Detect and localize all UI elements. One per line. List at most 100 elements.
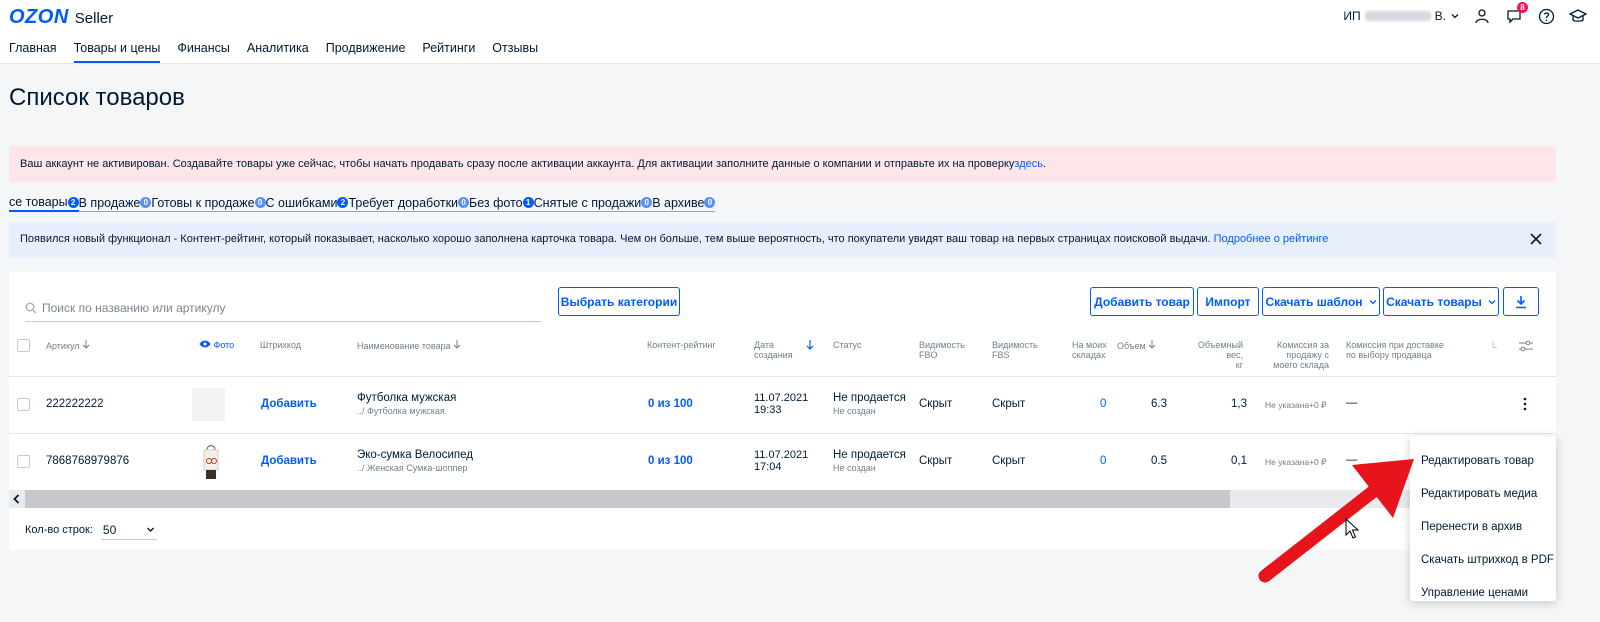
menu-item-edit-product[interactable]: Редактировать товар — [1410, 444, 1556, 477]
nav-item-reviews[interactable]: Отзывы — [492, 41, 538, 63]
tab-without-photo[interactable]: Без фото 1 — [469, 196, 534, 212]
tab-count: 0 — [641, 197, 653, 208]
account-switcher[interactable]: ИП В. — [1343, 9, 1460, 23]
product-photo-placeholder[interactable] — [192, 388, 225, 421]
content-rating-link[interactable]: 0 из 100 — [648, 455, 693, 467]
menu-item-price-management[interactable]: Управление ценами — [1410, 576, 1556, 609]
cell-my-warehouses[interactable]: 0 — [1100, 398, 1106, 410]
eye-icon — [199, 340, 211, 348]
tab-ready-to-sell[interactable]: Готовы к продаже 0 — [151, 196, 266, 212]
nav-item-analytics[interactable]: Аналитика — [247, 41, 309, 63]
tab-count: 1 — [522, 197, 534, 208]
tab-all-products[interactable]: се товары 2 — [9, 195, 79, 212]
created-time: 17:04 — [754, 461, 782, 473]
tab-on-sale[interactable]: В продаже 0 — [78, 195, 152, 212]
rows-per-page-select[interactable]: 50 — [100, 520, 157, 540]
sort-arrow-icon — [82, 340, 90, 349]
column-status: Статус — [833, 340, 862, 350]
tab-removed-from-sale[interactable]: Снятые с продажи 0 — [533, 196, 653, 212]
close-icon[interactable] — [1528, 231, 1544, 247]
status-sub: Не создан — [833, 463, 876, 473]
logo[interactable]: OZON Seller — [9, 6, 113, 29]
tab-needs-revision[interactable]: Требует доработки 0 — [348, 196, 470, 212]
row-checkbox[interactable] — [17, 455, 30, 468]
scroll-left-icon[interactable] — [12, 494, 21, 504]
select-all-checkbox[interactable] — [17, 339, 30, 352]
sort-arrow-icon — [453, 340, 461, 349]
cell-volume: 6.3 — [1151, 398, 1167, 410]
rows-per-page-label: Кол-во строк: — [25, 524, 93, 536]
column-created[interactable]: Дата создания — [754, 340, 793, 360]
column-volume[interactable]: Объем — [1117, 340, 1156, 351]
column-label: Артикул — [46, 341, 80, 351]
nav-item-ratings[interactable]: Рейтинги — [422, 41, 475, 63]
sort-arrow-icon — [1148, 340, 1156, 349]
row-actions-menu: Редактировать товар Редактировать медиа … — [1410, 436, 1556, 601]
chevron-down-icon — [146, 527, 154, 532]
cell-commission: Не указана+0 ₽ — [1265, 457, 1327, 467]
cell-article: 7868768979876 — [46, 455, 130, 467]
nav-item-finance[interactable]: Финансы — [177, 41, 229, 63]
download-template-button[interactable]: Скачать шаблон — [1262, 287, 1380, 316]
rows-per-page-value: 50 — [102, 522, 117, 537]
profile-icon[interactable] — [1472, 6, 1492, 26]
column-photo[interactable]: Фото — [199, 340, 234, 350]
education-icon[interactable] — [1568, 6, 1588, 26]
cell-volume: 0.5 — [1151, 455, 1167, 467]
chat-icon[interactable]: 8 — [1504, 2, 1528, 26]
column-label: по выбору продавца — [1346, 350, 1432, 360]
logo-brand: OZON — [9, 6, 69, 28]
add-barcode-link[interactable]: Добавить — [261, 398, 317, 410]
download-button[interactable] — [1503, 287, 1539, 316]
choose-categories-button[interactable]: Выбрать категории — [558, 287, 680, 316]
chevron-down-icon — [1488, 299, 1496, 304]
add-product-button[interactable]: Добавить товар — [1090, 287, 1194, 316]
nav-item-main[interactable]: Главная — [9, 41, 57, 63]
column-visibility-fbs: Видимость FBS — [992, 340, 1038, 360]
sort-arrow-active-icon[interactable] — [806, 340, 814, 350]
download-products-button[interactable]: Скачать товары — [1383, 287, 1499, 316]
nav-item-promotion[interactable]: Продвижение — [326, 41, 406, 63]
cell-volume-weight: 1,3 — [1231, 398, 1247, 410]
cell-visibility-fbo: Скрыт — [919, 398, 953, 410]
menu-item-move-to-archive[interactable]: Перенести в архив — [1410, 510, 1556, 543]
column-label: продажу с — [1286, 350, 1329, 360]
scrollbar-thumb[interactable] — [25, 490, 1230, 508]
cell-article: 222222222 — [46, 398, 104, 410]
menu-item-download-barcode[interactable]: Скачать штрихкод в PDF — [1410, 543, 1556, 576]
choose-categories-label: Выбрать категории — [560, 294, 678, 309]
column-label: Дата — [754, 340, 774, 350]
more-actions-icon[interactable] — [1522, 397, 1528, 411]
download-icon — [1516, 295, 1526, 308]
mouse-cursor-icon — [1345, 518, 1359, 539]
cell-my-warehouses[interactable]: 0 — [1100, 455, 1106, 467]
tab-count: 2 — [337, 197, 349, 208]
column-article[interactable]: Артикул — [46, 340, 90, 351]
nav-item-products[interactable]: Товары и цены — [73, 41, 160, 63]
row-checkbox[interactable] — [17, 398, 30, 411]
import-button[interactable]: Импорт — [1197, 287, 1259, 316]
cell-delivery-commission: — — [1346, 454, 1358, 466]
menu-item-edit-media[interactable]: Редактировать медиа — [1410, 477, 1556, 510]
column-cut: L — [1492, 340, 1498, 350]
activation-alert: Ваш аккаунт не активирован. Создавайте т… — [9, 146, 1556, 182]
cell-created: 11.07.2021 19:33 — [754, 392, 808, 416]
activation-alert-link[interactable]: здесь — [1014, 158, 1043, 170]
cell-product-name[interactable]: Эко-сумка Велосипед ../ Женская Сумка-шоп… — [357, 449, 473, 473]
horizontal-scrollbar[interactable] — [9, 490, 1556, 508]
tab-with-errors[interactable]: С ошибками 2 — [265, 196, 349, 212]
help-icon[interactable] — [1536, 6, 1556, 26]
add-barcode-link[interactable]: Добавить — [261, 455, 317, 467]
column-label: FBS — [992, 350, 1010, 360]
content-rating-link[interactable]: 0 из 100 — [648, 398, 693, 410]
product-photo-bag[interactable] — [201, 444, 221, 480]
tab-archived[interactable]: В архиве 0 — [652, 196, 716, 212]
chevron-down-icon — [1451, 14, 1459, 19]
content-rating-link[interactable]: Подробнее о рейтинге — [1214, 233, 1329, 245]
table-header: Артикул Фото Штрихкод Наименование товар… — [9, 332, 1556, 377]
tab-label: В продаже — [78, 195, 141, 210]
search-input[interactable]: Поиск по названию или артикулу — [25, 294, 541, 322]
cell-product-name[interactable]: Футболка мужская ../ Футболка мужская — [357, 392, 456, 416]
column-name[interactable]: Наименование товара — [357, 340, 461, 351]
column-settings-icon[interactable] — [1519, 340, 1533, 352]
